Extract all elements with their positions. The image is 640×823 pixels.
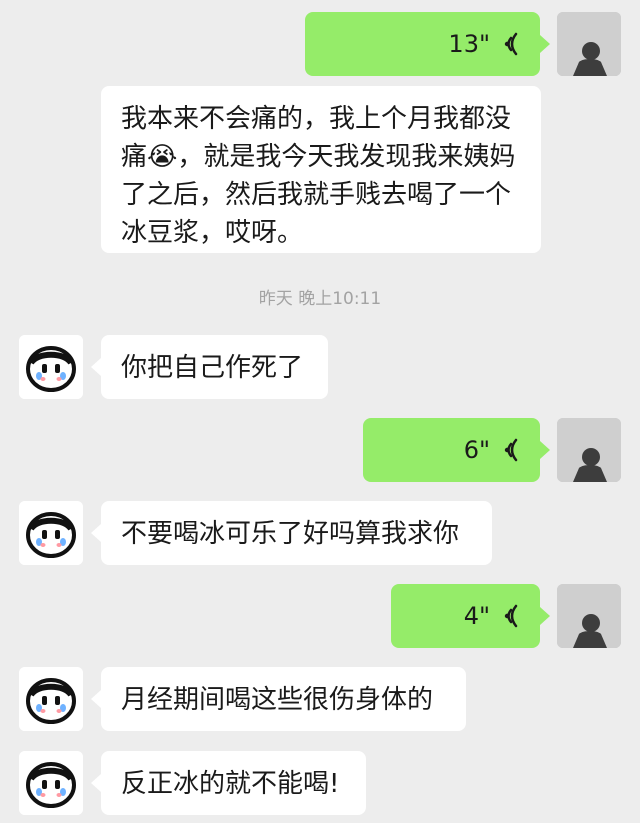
message-text: 月经期间喝这些很伤身体的: [121, 685, 434, 715]
message-text: 我本来不会痛的，我上个月我都没痛😭，就是我今天我发现我来姨妈了之后，然后我就手贱…: [121, 104, 516, 248]
voice-message[interactable]: 6": [363, 418, 540, 482]
message-text: 反正冰的就不能喝!: [121, 769, 340, 799]
silhouette-photo-icon: [557, 418, 621, 482]
text-message[interactable]: 反正冰的就不能喝!: [101, 751, 366, 815]
bubble-tail: [91, 524, 101, 542]
crying-face-icon: [19, 501, 83, 565]
voice-message[interactable]: 4": [391, 584, 540, 648]
contact-avatar[interactable]: [19, 751, 83, 815]
voice-duration: 6": [463, 436, 490, 464]
silhouette-photo-icon: [557, 584, 621, 648]
text-message[interactable]: 不要喝冰可乐了好吗算我求你: [101, 501, 492, 565]
self-avatar[interactable]: [557, 584, 621, 648]
crying-face-icon: [19, 667, 83, 731]
bubble-tail: [91, 690, 101, 708]
crying-face-icon: [19, 751, 83, 815]
voice-message[interactable]: 13": [305, 12, 540, 76]
text-message[interactable]: 月经期间喝这些很伤身体的: [101, 667, 466, 731]
bubble-tail: [540, 35, 550, 53]
timestamp: 昨天 晚上10:11: [258, 289, 382, 309]
self-avatar[interactable]: [557, 418, 621, 482]
voice-duration: 13": [448, 30, 490, 58]
bubble-tail: [540, 441, 550, 459]
contact-avatar[interactable]: [19, 335, 83, 399]
bubble-tail: [91, 358, 101, 376]
self-avatar[interactable]: [557, 12, 621, 76]
text-message[interactable]: 我本来不会痛的，我上个月我都没痛😭，就是我今天我发现我来姨妈了之后，然后我就手贱…: [101, 86, 541, 253]
sound-wave-icon: [504, 604, 518, 628]
contact-avatar[interactable]: [19, 501, 83, 565]
bubble-tail: [91, 774, 101, 792]
voice-duration: 4": [463, 602, 490, 630]
message-text: 不要喝冰可乐了好吗算我求你: [121, 519, 460, 549]
message-text: 你把自己作死了: [121, 353, 304, 383]
text-message[interactable]: 你把自己作死了: [101, 335, 328, 399]
crying-face-icon: [19, 335, 83, 399]
sound-wave-icon: [504, 438, 518, 462]
contact-avatar[interactable]: [19, 667, 83, 731]
silhouette-photo-icon: [557, 12, 621, 76]
sound-wave-icon: [504, 32, 518, 56]
bubble-tail: [540, 607, 550, 625]
